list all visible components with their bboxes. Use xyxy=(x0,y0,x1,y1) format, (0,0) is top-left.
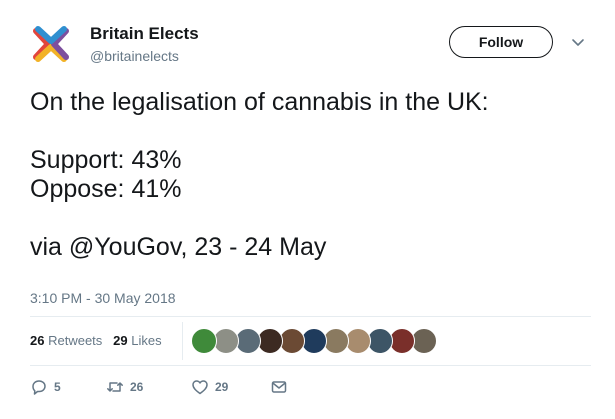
reply-icon xyxy=(32,380,46,395)
tweet-line-2: Support: 43% xyxy=(30,146,182,174)
likes-count: 29 xyxy=(113,333,128,348)
divider xyxy=(30,365,591,366)
likes-label: Likes xyxy=(131,333,162,348)
tweet-text: On the legalisation of cannabis in the U… xyxy=(30,88,489,262)
like-count: 29 xyxy=(215,380,229,394)
heart-icon xyxy=(192,380,208,395)
chevron-down-icon[interactable] xyxy=(570,34,586,50)
tweet-line-4: via @YouGov, 23 - 24 May xyxy=(30,233,327,261)
divider xyxy=(30,316,591,317)
reply-action[interactable]: 5 xyxy=(30,378,61,396)
liker-avatar[interactable] xyxy=(191,328,217,354)
reply-count: 5 xyxy=(54,380,61,394)
retweet-count: 26 xyxy=(130,380,144,394)
likes-stat[interactable]: 29 Likes xyxy=(113,333,161,348)
follow-button[interactable]: Follow xyxy=(449,26,553,58)
tweet-line-3: Oppose: 41% xyxy=(30,175,182,203)
engagement-stats: 26 Retweets 29 Likes xyxy=(30,333,162,348)
retweets-label: Retweets xyxy=(48,333,103,348)
account-name[interactable]: Britain Elects xyxy=(90,24,199,44)
tweet-timestamp[interactable]: 3:10 PM - 30 May 2018 xyxy=(30,290,176,306)
retweet-icon xyxy=(107,382,123,392)
direct-message-action[interactable] xyxy=(270,378,294,396)
tweet-actions: 5 26 29 xyxy=(0,378,615,400)
retweet-action[interactable]: 26 xyxy=(106,378,143,396)
retweets-stat[interactable]: 26 Retweets xyxy=(30,333,102,348)
like-action[interactable]: 29 xyxy=(191,378,228,396)
britain-elects-logo[interactable] xyxy=(32,25,70,63)
stats-separator xyxy=(182,322,183,360)
tweet-line-1: On the legalisation of cannabis in the U… xyxy=(30,88,489,116)
envelope-icon xyxy=(271,381,287,393)
account-handle[interactable]: @britainelects xyxy=(90,48,179,64)
retweets-count: 26 xyxy=(30,333,45,348)
